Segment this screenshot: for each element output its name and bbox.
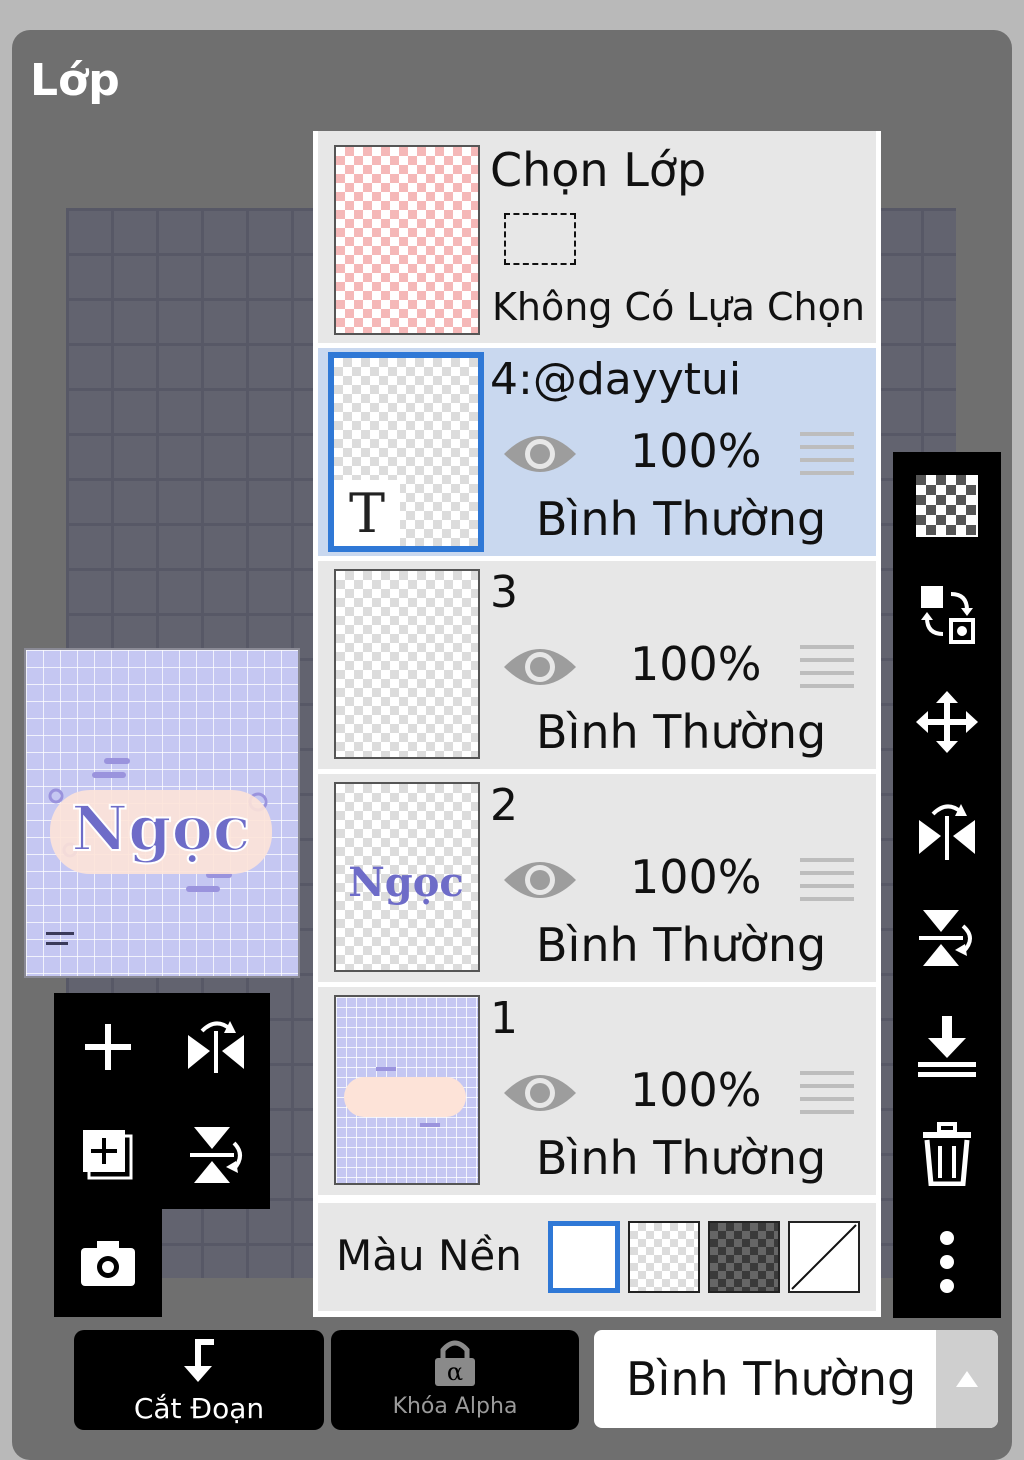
layer-row[interactable]: 3 100% Bình Thường (318, 561, 876, 769)
layer-blend-mode: Bình Thường (536, 1131, 827, 1185)
layer-opacity[interactable]: 100% (630, 637, 762, 691)
selection-marquee-icon (504, 213, 576, 265)
layer-row[interactable]: 1 100% Bình Thường (318, 987, 876, 1195)
move-icon (916, 691, 978, 753)
layer-name: 2 (490, 780, 518, 831)
selection-thumbnail (334, 145, 480, 335)
canvas-preview[interactable]: Ngọc (24, 648, 300, 978)
preview-artwork: Ngọc (46, 758, 272, 945)
flip-horizontal-icon (919, 804, 975, 860)
background-color-row: Màu Nền (318, 1203, 876, 1311)
lock-icon: α (435, 1340, 475, 1386)
bg-swatch-white[interactable] (548, 1221, 620, 1293)
flip-horizontal-button[interactable] (162, 993, 270, 1101)
alpha-lock-button[interactable]: α Khóa Alpha (331, 1330, 579, 1430)
clip-arrow-icon (184, 1339, 214, 1382)
right-toolbar (893, 452, 1001, 1318)
bg-swatch-checker-dark[interactable] (708, 1221, 780, 1293)
preview-art-text: Ngọc (71, 792, 250, 865)
flip-vertical-icon (190, 1127, 242, 1183)
delete-layer-button[interactable] (893, 1100, 1001, 1208)
blend-mode-dropdown[interactable] (936, 1330, 998, 1428)
merge-down-button[interactable] (893, 992, 1001, 1100)
svg-text:α: α (447, 1358, 463, 1386)
clipping-button[interactable]: Cắt Đoạn (74, 1330, 324, 1430)
layer-blend-mode: Bình Thường (536, 705, 827, 759)
left-toolbar-camera (54, 1209, 162, 1317)
visibility-eye-icon[interactable] (502, 641, 578, 697)
camera-button[interactable] (54, 1209, 162, 1317)
flip-horizontal-button[interactable] (893, 776, 1001, 884)
layer-blend-mode: Bình Thường (536, 492, 827, 546)
layer-1-artwork (344, 1067, 466, 1127)
camera-icon (81, 1241, 135, 1286)
blend-mode-select[interactable]: Bình Thường (594, 1330, 998, 1428)
visibility-eye-icon[interactable] (502, 1067, 578, 1123)
text-layer-icon: T (334, 480, 400, 546)
layer-opacity[interactable]: 100% (630, 1063, 762, 1117)
visibility-eye-icon[interactable] (502, 428, 578, 484)
drag-handle-icon[interactable] (800, 432, 854, 480)
flip-vertical-button[interactable] (893, 884, 1001, 992)
layer-thumbnail: Ngọc (334, 782, 480, 972)
selection-layer-row[interactable]: Chọn Lớp Không Có Lựa Chọn (318, 131, 876, 343)
add-layer-button[interactable] (54, 993, 162, 1101)
trash-icon (923, 1122, 971, 1186)
move-button[interactable] (893, 668, 1001, 776)
layer-row[interactable]: T 4:@dayytui 100% Bình Thường (318, 348, 876, 556)
clipping-label: Cắt Đoạn (133, 1392, 265, 1425)
layers-list: Chọn Lớp Không Có Lựa Chọn T 4:@dayytui … (313, 131, 881, 1317)
layer-row[interactable]: Ngọc 2 100% Bình Thường (318, 774, 876, 982)
duplicate-icon (83, 1130, 133, 1180)
layer-opacity[interactable]: 100% (630, 424, 762, 478)
layer-thumbnail (334, 995, 480, 1185)
left-toolbar (54, 993, 270, 1209)
layer-2-artwork: Ngọc (348, 859, 464, 906)
layer-name: 3 (490, 567, 518, 618)
drag-handle-icon[interactable] (800, 858, 854, 906)
selection-title: Chọn Lớp (490, 143, 707, 197)
flip-vertical-icon (919, 910, 972, 966)
drag-handle-icon[interactable] (800, 1071, 854, 1119)
plus-icon (85, 1024, 131, 1070)
swap-button[interactable] (893, 560, 1001, 668)
layer-name: 1 (490, 993, 518, 1044)
checkerboard-icon (916, 475, 978, 537)
bg-swatch-none[interactable] (788, 1221, 860, 1293)
selection-status: Không Có Lựa Chọn (492, 285, 865, 329)
merge-down-icon (918, 1016, 976, 1077)
transparency-button[interactable] (893, 452, 1001, 560)
duplicate-layer-button[interactable] (54, 1101, 162, 1209)
drag-handle-icon[interactable] (800, 645, 854, 693)
more-options-button[interactable] (893, 1208, 1001, 1316)
panel-title: Lớp (30, 55, 120, 106)
layer-thumbnail: T (328, 352, 484, 552)
layer-2-art-text: Ngọc (348, 859, 464, 906)
flip-horizontal-icon (188, 1021, 244, 1073)
layer-blend-mode: Bình Thường (536, 918, 827, 972)
flip-vertical-button[interactable] (162, 1101, 270, 1209)
background-color-label: Màu Nền (336, 1231, 522, 1280)
no-color-icon (791, 1224, 857, 1290)
triangle-up-icon (956, 1371, 978, 1387)
layer-name: 4:@dayytui (490, 354, 742, 405)
visibility-eye-icon[interactable] (502, 854, 578, 910)
blend-mode-value: Bình Thường (626, 1352, 917, 1406)
alpha-lock-label: Khóa Alpha (392, 1394, 518, 1419)
swap-icon (921, 586, 975, 644)
bg-swatch-checker-light[interactable] (628, 1221, 700, 1293)
more-vertical-icon (940, 1231, 954, 1293)
layer-opacity[interactable]: 100% (630, 850, 762, 904)
layer-thumbnail (334, 569, 480, 759)
